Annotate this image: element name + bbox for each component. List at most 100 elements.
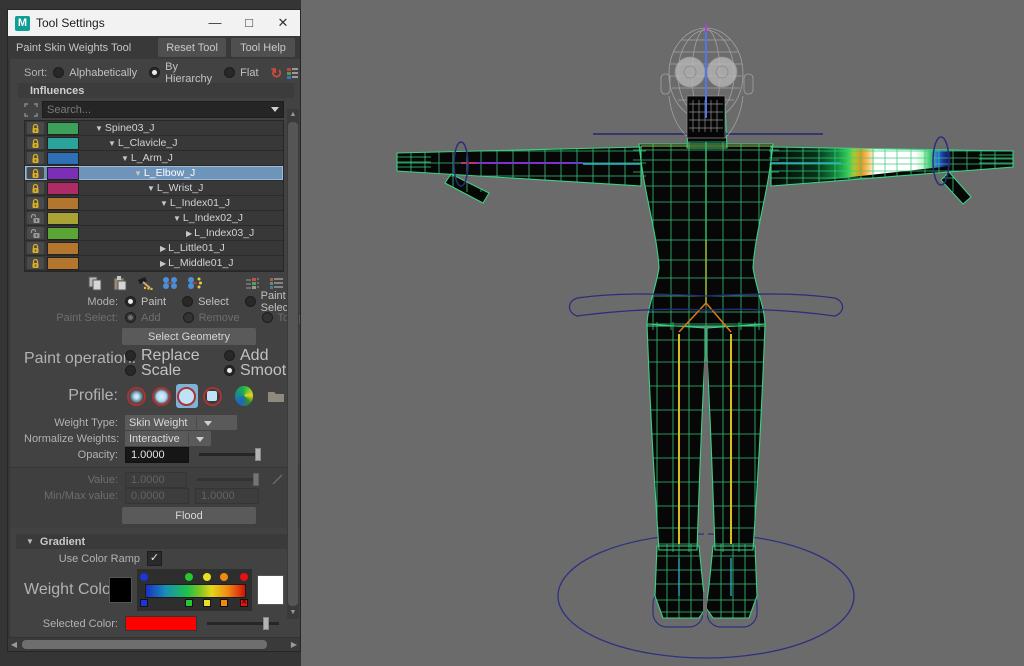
- paint-operation-scale[interactable]: Scale: [125, 364, 224, 377]
- lock-icon[interactable]: [27, 242, 44, 254]
- outliner-icon[interactable]: [286, 67, 299, 79]
- scroll-right-icon[interactable]: ▶: [288, 640, 300, 649]
- vertical-scrollbar[interactable]: ▲ ▼: [287, 109, 299, 619]
- joint-color-swatch[interactable]: [47, 197, 79, 210]
- normalize-weights-dropdown[interactable]: Interactive: [125, 431, 211, 446]
- influence-row-l_elbow_j[interactable]: ▼L_Elbow_J: [25, 166, 283, 181]
- weight-color-high-swatch[interactable]: [257, 575, 284, 605]
- lock-icon[interactable]: [27, 122, 44, 134]
- expanded-arrow-icon[interactable]: ▼: [121, 154, 129, 163]
- soft-brush[interactable]: [150, 384, 172, 408]
- flood-button[interactable]: Flood: [122, 507, 256, 524]
- ramp-stop-marker[interactable]: [203, 599, 211, 607]
- lock-icon[interactable]: [27, 182, 44, 194]
- influence-row-l_little01_j[interactable]: ▶L_Little01_J: [25, 241, 283, 256]
- radio-icon[interactable]: [245, 296, 256, 307]
- minimize-button[interactable]: —: [198, 10, 232, 36]
- expanded-arrow-icon[interactable]: ▼: [147, 184, 155, 193]
- lock-icon[interactable]: [27, 167, 44, 179]
- radio-icon[interactable]: [125, 350, 136, 361]
- search-dropdown-icon[interactable]: [271, 107, 279, 112]
- joint-color-swatch[interactable]: [47, 167, 79, 180]
- color-wheel-brush[interactable]: [235, 386, 254, 406]
- lock-icon[interactable]: [27, 137, 44, 149]
- select-influence-icon[interactable]: [24, 103, 38, 117]
- ramp-stop-delete-marker[interactable]: ✕: [240, 599, 248, 607]
- sort-flat[interactable]: Flat: [224, 61, 258, 85]
- joint-color-swatch[interactable]: [47, 122, 79, 135]
- ramp-stop-marker[interactable]: [140, 599, 148, 607]
- unlock-icon[interactable]: [27, 212, 44, 224]
- joint-color-swatch[interactable]: [47, 182, 79, 195]
- collapsed-arrow-icon[interactable]: ▶: [160, 244, 166, 253]
- ramp-stop-dot[interactable]: [185, 573, 193, 581]
- influence-row-l_middle01_j[interactable]: ▶L_Middle01_J: [25, 256, 283, 271]
- joint-color-swatch[interactable]: [47, 137, 79, 150]
- joint-color-swatch[interactable]: [47, 152, 79, 165]
- ramp-stop-dot[interactable]: [203, 573, 211, 581]
- collapsed-arrow-icon[interactable]: ▶: [160, 259, 166, 268]
- influence-row-l_index01_j[interactable]: ▼L_Index01_J: [25, 196, 283, 211]
- radio-icon[interactable]: [224, 365, 235, 376]
- maximize-button[interactable]: □: [232, 10, 266, 36]
- title-bar[interactable]: M Tool Settings — □ ✕: [8, 10, 300, 36]
- tool-help-button[interactable]: Tool Help: [231, 38, 295, 57]
- influence-row-l_arm_j[interactable]: ▼L_Arm_J: [25, 151, 283, 166]
- weight-hammer-icon[interactable]: [136, 276, 153, 290]
- joint-color-swatch[interactable]: [47, 227, 79, 240]
- vertical-scrollbar-thumb[interactable]: [288, 122, 298, 606]
- close-button[interactable]: ✕: [266, 10, 300, 36]
- ramp-stop-dot[interactable]: [220, 573, 228, 581]
- influence-row-l_index02_j[interactable]: ▼L_Index02_J: [25, 211, 283, 226]
- scroll-down-icon[interactable]: ▼: [287, 607, 299, 619]
- lock-icon[interactable]: [27, 152, 44, 164]
- square-brush[interactable]: [201, 384, 223, 408]
- color-ramp-gradient[interactable]: [145, 584, 245, 598]
- weight-type-dropdown[interactable]: Skin Weight: [125, 415, 237, 430]
- expanded-arrow-icon[interactable]: ▼: [160, 199, 168, 208]
- radio-icon[interactable]: [125, 365, 136, 376]
- selected-color-swatch[interactable]: [125, 616, 197, 631]
- paint-operation-add[interactable]: Add: [224, 349, 295, 362]
- move-weights-icon[interactable]: [162, 276, 178, 290]
- influence-row-l_clavicle_j[interactable]: ▼L_Clavicle_J: [25, 136, 283, 151]
- expanded-arrow-icon[interactable]: ▼: [134, 169, 142, 178]
- reset-tool-button[interactable]: Reset Tool: [158, 38, 226, 57]
- lock-icon[interactable]: [27, 257, 44, 269]
- mode-select[interactable]: Select: [182, 290, 229, 314]
- sort-by-hierarchy[interactable]: By Hierarchy: [149, 61, 212, 85]
- color-ramp-widget[interactable]: ✕: [137, 569, 251, 611]
- solid-brush[interactable]: [176, 384, 198, 408]
- influence-row-spine03_j[interactable]: ▼Spine03_J: [25, 121, 283, 136]
- use-color-ramp-checkbox[interactable]: ✓: [147, 551, 162, 566]
- scroll-left-icon[interactable]: ◀: [8, 640, 20, 649]
- expanded-arrow-icon[interactable]: ▼: [95, 124, 103, 133]
- expanded-arrow-icon[interactable]: ▼: [108, 139, 116, 148]
- show-selected-list-icon[interactable]: [245, 277, 260, 290]
- horizontal-scrollbar-thumb[interactable]: [22, 640, 267, 649]
- weight-color-low-swatch[interactable]: [109, 577, 132, 603]
- browse-brush-folder-icon[interactable]: [267, 389, 284, 403]
- opacity-field[interactable]: 1.0000: [125, 447, 189, 463]
- move-weights-target-icon[interactable]: [187, 276, 203, 290]
- gradient-section-header[interactable]: ▼ Gradient: [16, 534, 294, 549]
- ramp-stop-dot[interactable]: [140, 573, 148, 581]
- radio-icon[interactable]: [224, 350, 235, 361]
- horizontal-scrollbar[interactable]: ◀ ▶: [8, 637, 300, 651]
- radio-icon[interactable]: [53, 67, 64, 78]
- viewport-3d[interactable]: [301, 0, 1024, 666]
- influence-row-l_index03_j[interactable]: ▶L_Index03_J: [25, 226, 283, 241]
- paint-operation-replace[interactable]: Replace: [125, 349, 224, 362]
- radio-icon[interactable]: [125, 296, 136, 307]
- mode-paint-select[interactable]: Paint Select: [245, 290, 292, 314]
- mode-paint[interactable]: Paint: [125, 290, 166, 314]
- show-all-list-icon[interactable]: [269, 277, 284, 290]
- search-input[interactable]: Search...: [42, 101, 284, 118]
- joint-color-swatch[interactable]: [47, 257, 79, 270]
- selected-color-slider[interactable]: [207, 617, 279, 630]
- select-geometry-button[interactable]: Select Geometry: [122, 328, 256, 345]
- influence-row-l_wrist_j[interactable]: ▼L_Wrist_J: [25, 181, 283, 196]
- joint-color-swatch[interactable]: [47, 212, 79, 225]
- collapsed-arrow-icon[interactable]: ▶: [186, 229, 192, 238]
- unlock-icon[interactable]: [27, 227, 44, 239]
